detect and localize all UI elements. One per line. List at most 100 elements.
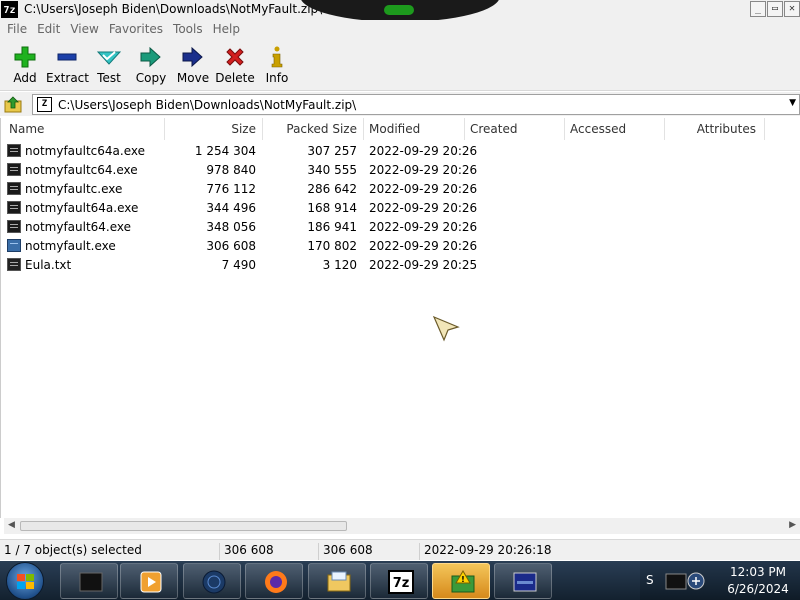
menu-edit[interactable]: Edit	[33, 20, 64, 39]
file-modified: 2022-09-29 20:26	[369, 239, 478, 253]
taskbar-7zip[interactable]: 7z	[370, 563, 428, 599]
file-packed-size: 186 941	[307, 220, 357, 234]
column-accessed[interactable]: Accessed	[565, 118, 665, 140]
media-player-icon	[140, 571, 162, 593]
chevron-down-icon[interactable]: ▼	[789, 98, 796, 108]
windows-logo-icon	[17, 574, 34, 589]
file-size: 348 056	[206, 220, 256, 234]
column-attributes[interactable]: Attributes	[665, 118, 765, 140]
taskbar-firefox[interactable]	[245, 563, 303, 599]
delete-label: Delete	[215, 71, 255, 85]
file-name: notmyfaultc64.exe	[25, 163, 138, 177]
file-size: 776 112	[206, 182, 256, 196]
check-arrow-icon	[88, 45, 130, 69]
status-packed: 306 608	[318, 543, 373, 560]
remote-desktop-icon	[513, 572, 537, 592]
scroll-right-icon[interactable]: ▶	[789, 520, 796, 530]
menu-file[interactable]: File	[3, 20, 31, 39]
title-bar[interactable]: 7z C:\Users\Joseph Biden\Downloads\NotMy…	[0, 0, 800, 22]
file-list[interactable]: Name Size Packed Size Modified Created A…	[0, 118, 800, 518]
firefox-icon	[265, 571, 287, 593]
folder-up-icon[interactable]	[4, 95, 22, 113]
extract-label: Extract	[46, 71, 89, 85]
menu-bar: File Edit View Favorites Tools Help	[0, 20, 800, 39]
file-size: 7 490	[221, 258, 256, 272]
test-button[interactable]: Test	[88, 39, 130, 90]
table-row[interactable]: notmyfault64.exe 348 056 186 941 2022-09…	[1, 218, 800, 237]
taskbar: 7z ! S 12:03 PM 6/26/2024	[0, 561, 800, 600]
clock-time: 12:03 PM	[730, 565, 786, 579]
minimize-button[interactable]: _	[750, 1, 766, 17]
file-name: notmyfault.exe	[25, 239, 116, 253]
file-size: 344 496	[206, 201, 256, 215]
table-row[interactable]: notmyfaultc.exe 776 112 286 642 2022-09-…	[1, 180, 800, 199]
copy-arrow-icon	[130, 45, 172, 69]
delete-x-icon	[214, 45, 256, 69]
taskbar-globe[interactable]	[183, 563, 241, 599]
close-button[interactable]: ✕	[784, 1, 800, 17]
address-bar: Z C:\Users\Joseph Biden\Downloads\NotMyF…	[0, 92, 800, 116]
window-title: C:\Users\Joseph Biden\Downloads\NotMyFau…	[24, 2, 323, 16]
column-created[interactable]: Created	[465, 118, 565, 140]
status-modified: 2022-09-29 20:26:18	[419, 543, 551, 560]
exe-file-icon	[7, 182, 21, 195]
file-packed-size: 286 642	[307, 182, 357, 196]
explorer-icon	[327, 571, 351, 592]
copy-button[interactable]: Copy	[130, 39, 172, 90]
svg-text:!: !	[461, 575, 465, 584]
delete-button[interactable]: Delete	[214, 39, 256, 90]
text-file-icon	[7, 258, 21, 271]
info-label: Info	[265, 71, 289, 85]
menu-help[interactable]: Help	[209, 20, 244, 39]
taskbar-cmd[interactable]	[60, 563, 118, 599]
taskbar-warning-app[interactable]: !	[432, 563, 490, 599]
extract-button[interactable]: Extract	[46, 39, 89, 90]
move-arrow-icon	[172, 45, 214, 69]
file-modified: 2022-09-29 20:26	[369, 201, 478, 215]
horizontal-scrollbar[interactable]: ◀ ▶	[4, 518, 800, 534]
menu-favorites[interactable]: Favorites	[105, 20, 167, 39]
file-modified: 2022-09-29 20:26	[369, 144, 478, 158]
file-size: 306 608	[206, 239, 256, 253]
tray-network-icon[interactable]	[662, 569, 712, 593]
taskbar-remote-desktop[interactable]	[494, 563, 552, 599]
info-button[interactable]: Info	[256, 39, 298, 90]
scroll-left-icon[interactable]: ◀	[8, 520, 15, 530]
file-name: Eula.txt	[25, 258, 72, 272]
overlay-shape	[300, 0, 500, 22]
column-size[interactable]: Size	[165, 118, 263, 140]
table-row[interactable]: notmyfaultc64.exe 978 840 340 555 2022-0…	[1, 161, 800, 180]
column-modified[interactable]: Modified	[364, 118, 465, 140]
file-name: notmyfault64a.exe	[25, 201, 139, 215]
menu-view[interactable]: View	[66, 20, 102, 39]
menu-tools[interactable]: Tools	[169, 20, 207, 39]
toolbar: Add Extract Test Copy Move Delete Info	[0, 39, 800, 91]
column-name[interactable]: Name	[1, 118, 165, 140]
status-bar: 1 / 7 object(s) selected 306 608 306 608…	[0, 539, 800, 560]
table-row-selected[interactable]: notmyfault.exe 306 608 170 802 2022-09-2…	[1, 237, 800, 256]
restore-button[interactable]: ▭	[767, 1, 783, 17]
copy-label: Copy	[135, 71, 167, 85]
path-text: C:\Users\Joseph Biden\Downloads\NotMyFau…	[58, 98, 357, 112]
table-row[interactable]: notmyfault64a.exe 344 496 168 914 2022-0…	[1, 199, 800, 218]
warning-app-icon: !	[451, 570, 475, 593]
scrollbar-thumb[interactable]	[20, 521, 347, 531]
minus-icon	[46, 45, 88, 69]
start-button[interactable]	[6, 562, 44, 600]
svg-text:7z: 7z	[393, 576, 410, 591]
column-packed-size[interactable]: Packed Size	[263, 118, 364, 140]
clock[interactable]: 12:03 PM 6/26/2024	[716, 564, 800, 598]
add-button[interactable]: Add	[4, 39, 46, 90]
7zip-icon: 7z	[388, 570, 414, 594]
table-row[interactable]: Eula.txt 7 490 3 120 2022-09-29 20:25	[1, 256, 800, 275]
taskbar-explorer[interactable]	[308, 563, 366, 599]
path-field[interactable]: Z C:\Users\Joseph Biden\Downloads\NotMyF…	[32, 94, 800, 115]
move-button[interactable]: Move	[172, 39, 214, 90]
file-packed-size: 170 802	[307, 239, 357, 253]
file-name: notmyfaultc.exe	[25, 182, 123, 196]
file-size: 1 254 304	[194, 144, 256, 158]
info-icon	[256, 45, 298, 69]
taskbar-media-player[interactable]	[120, 563, 178, 599]
7zip-app-icon: 7z	[1, 1, 18, 18]
table-row[interactable]: notmyfaultc64a.exe 1 254 304 307 257 202…	[1, 142, 800, 161]
